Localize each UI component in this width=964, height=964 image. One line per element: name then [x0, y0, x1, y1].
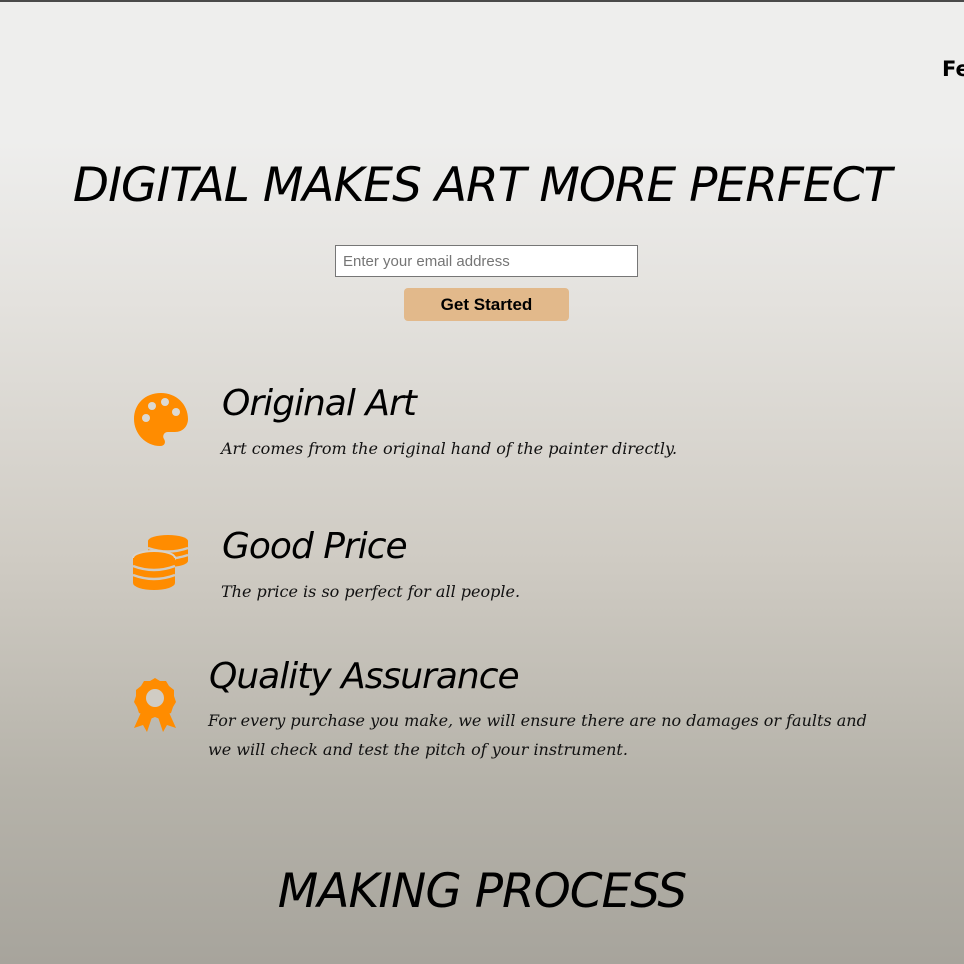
feature-title: Original Art: [222, 383, 417, 424]
site-header: Fe: [0, 2, 964, 140]
feature-description: The price is so perfect for all people.: [221, 582, 521, 601]
email-input[interactable]: [335, 245, 638, 277]
feature-description: For every purchase you make, we will ens…: [208, 711, 867, 759]
feature-title: Good Price: [222, 526, 408, 567]
nav-link-features[interactable]: Fe: [942, 57, 964, 81]
coins-icon: [132, 535, 189, 590]
feature-description: Art comes from the original hand of the …: [221, 439, 678, 458]
get-started-button[interactable]: Get Started: [404, 288, 569, 321]
feature-title: Quality Assurance: [209, 656, 520, 697]
hero-title: DIGITAL MAKES ART MORE PERFECT: [72, 158, 892, 213]
award-icon: [134, 678, 176, 732]
palette-icon: [134, 393, 188, 446]
making-process-title: MAKING PROCESS: [277, 864, 687, 919]
